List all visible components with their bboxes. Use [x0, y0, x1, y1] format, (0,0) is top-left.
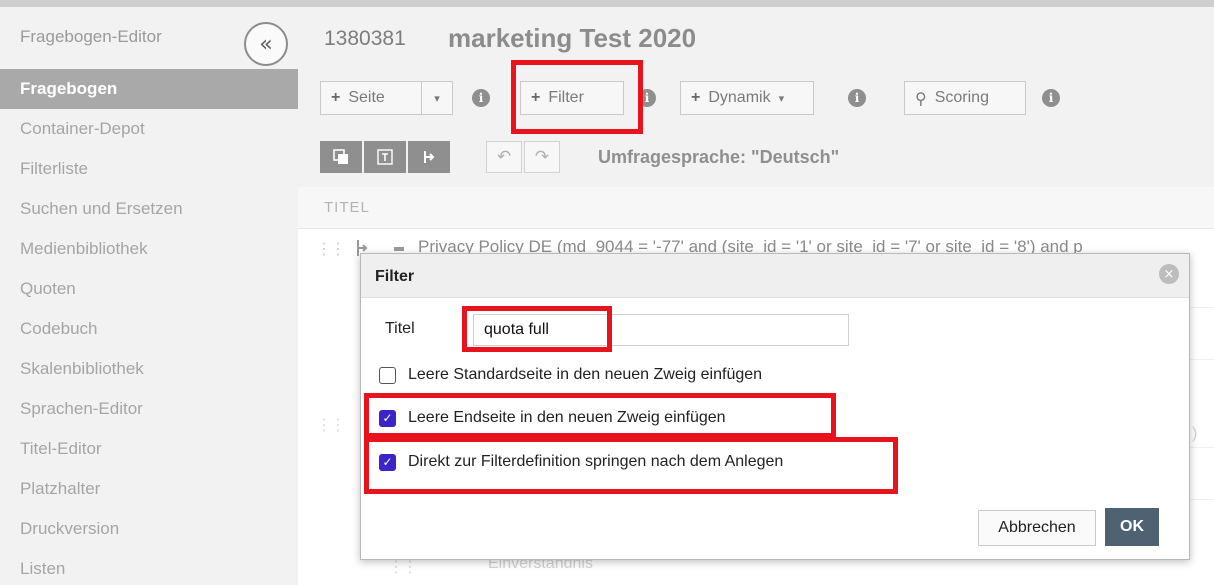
- info-icon[interactable]: i: [848, 89, 866, 107]
- info-icon[interactable]: i: [472, 89, 490, 107]
- ribbon-icon: ⚲: [915, 88, 927, 108]
- dialog-header: Filter ×: [361, 254, 1189, 298]
- redo-icon[interactable]: ↷: [524, 141, 560, 173]
- sidebar-item-fragebogen[interactable]: Fragebogen: [0, 69, 298, 109]
- close-icon[interactable]: ×: [1159, 264, 1179, 284]
- collapse-sidebar-icon[interactable]: «: [244, 22, 288, 66]
- survey-language-label: Umfragesprache: "Deutsch": [598, 147, 840, 167]
- plus-icon: +: [691, 89, 701, 106]
- add-dynamik-button[interactable]: + Dynamik ▾: [680, 81, 814, 115]
- plus-icon: +: [331, 89, 341, 106]
- undo-icon[interactable]: ↶: [486, 141, 522, 173]
- project-name: marketing Test 2020: [448, 23, 697, 53]
- sidebar-item-skalenbibliothek[interactable]: Skalenbibliothek: [0, 349, 298, 389]
- highlight-box-filter-button: [511, 60, 643, 134]
- dialog-title: Filter: [375, 268, 415, 285]
- title-field-label: Titel: [385, 320, 415, 337]
- sidebar-item-listen[interactable]: Listen: [0, 549, 298, 585]
- add-page-label: Seite: [348, 89, 385, 106]
- sidebar-item-filterliste[interactable]: Filterliste: [0, 149, 298, 189]
- checkbox-standardseite[interactable]: [379, 366, 396, 384]
- drag-handle-icon[interactable]: ⋮⋮: [316, 239, 346, 258]
- top-border: [0, 0, 1214, 7]
- highlight-box-filterdefinition: [364, 437, 898, 494]
- sidebar-item-quoten[interactable]: Quoten: [0, 269, 298, 309]
- sidebar-item-titel-editor[interactable]: Titel-Editor: [0, 429, 298, 469]
- secondary-toolbar: ↶ ↷ Umfragesprache: "Deutsch": [298, 125, 1214, 187]
- scoring-button[interactable]: ⚲ Scoring: [904, 81, 1026, 115]
- checkbox-row-standardseite[interactable]: Leere Standardseite in den neuen Zweig e…: [379, 366, 762, 384]
- chevron-down-icon: ▾: [778, 92, 785, 105]
- sidebar: Fragebogen-Editor « Fragebogen Container…: [0, 7, 298, 585]
- highlight-box-title-input: [462, 306, 612, 352]
- info-icon[interactable]: i: [1042, 89, 1060, 107]
- branch-icon[interactable]: [408, 141, 450, 173]
- main-toolbar: + Seite ▾ i + Filter i + Dynamik ▾ i ⚲ S…: [298, 67, 1214, 125]
- sidebar-item-druckversion[interactable]: Druckversion: [0, 509, 298, 549]
- checkbox-label: Leere Standardseite in den neuen Zweig e…: [408, 366, 763, 383]
- collapse-minus-icon[interactable]: [394, 247, 404, 251]
- sidebar-item-codebuch[interactable]: Codebuch: [0, 309, 298, 349]
- project-id: 1380381: [324, 27, 406, 50]
- sidebar-title: Fragebogen-Editor: [20, 27, 162, 46]
- sidebar-item-platzhalter[interactable]: Platzhalter: [0, 469, 298, 509]
- column-title-header: TITEL: [324, 199, 370, 216]
- sidebar-item-container-depot[interactable]: Container-Depot: [0, 109, 298, 149]
- sidebar-item-medienbibliothek[interactable]: Medienbibliothek: [0, 229, 298, 269]
- sidebar-item-sprachen-editor[interactable]: Sprachen-Editor: [0, 389, 298, 429]
- cancel-button[interactable]: Abbrechen: [978, 510, 1096, 546]
- copy-icon[interactable]: [320, 141, 362, 173]
- add-dynamik-label: Dynamik: [708, 89, 771, 106]
- ok-button[interactable]: OK: [1105, 508, 1159, 546]
- highlight-box-endseite: [364, 393, 836, 438]
- page-dropdown-chevron-down-icon[interactable]: ▾: [421, 81, 453, 115]
- scoring-label: Scoring: [934, 89, 989, 106]
- table-header: TITEL: [298, 187, 1214, 229]
- text-icon[interactable]: [364, 141, 406, 173]
- project-header: 1380381 marketing Test 2020: [298, 7, 1214, 67]
- sidebar-item-suchen-und-ersetzen[interactable]: Suchen und Ersetzen: [0, 189, 298, 229]
- add-page-button[interactable]: + Seite: [320, 81, 422, 115]
- sidebar-header: Fragebogen-Editor «: [0, 7, 298, 67]
